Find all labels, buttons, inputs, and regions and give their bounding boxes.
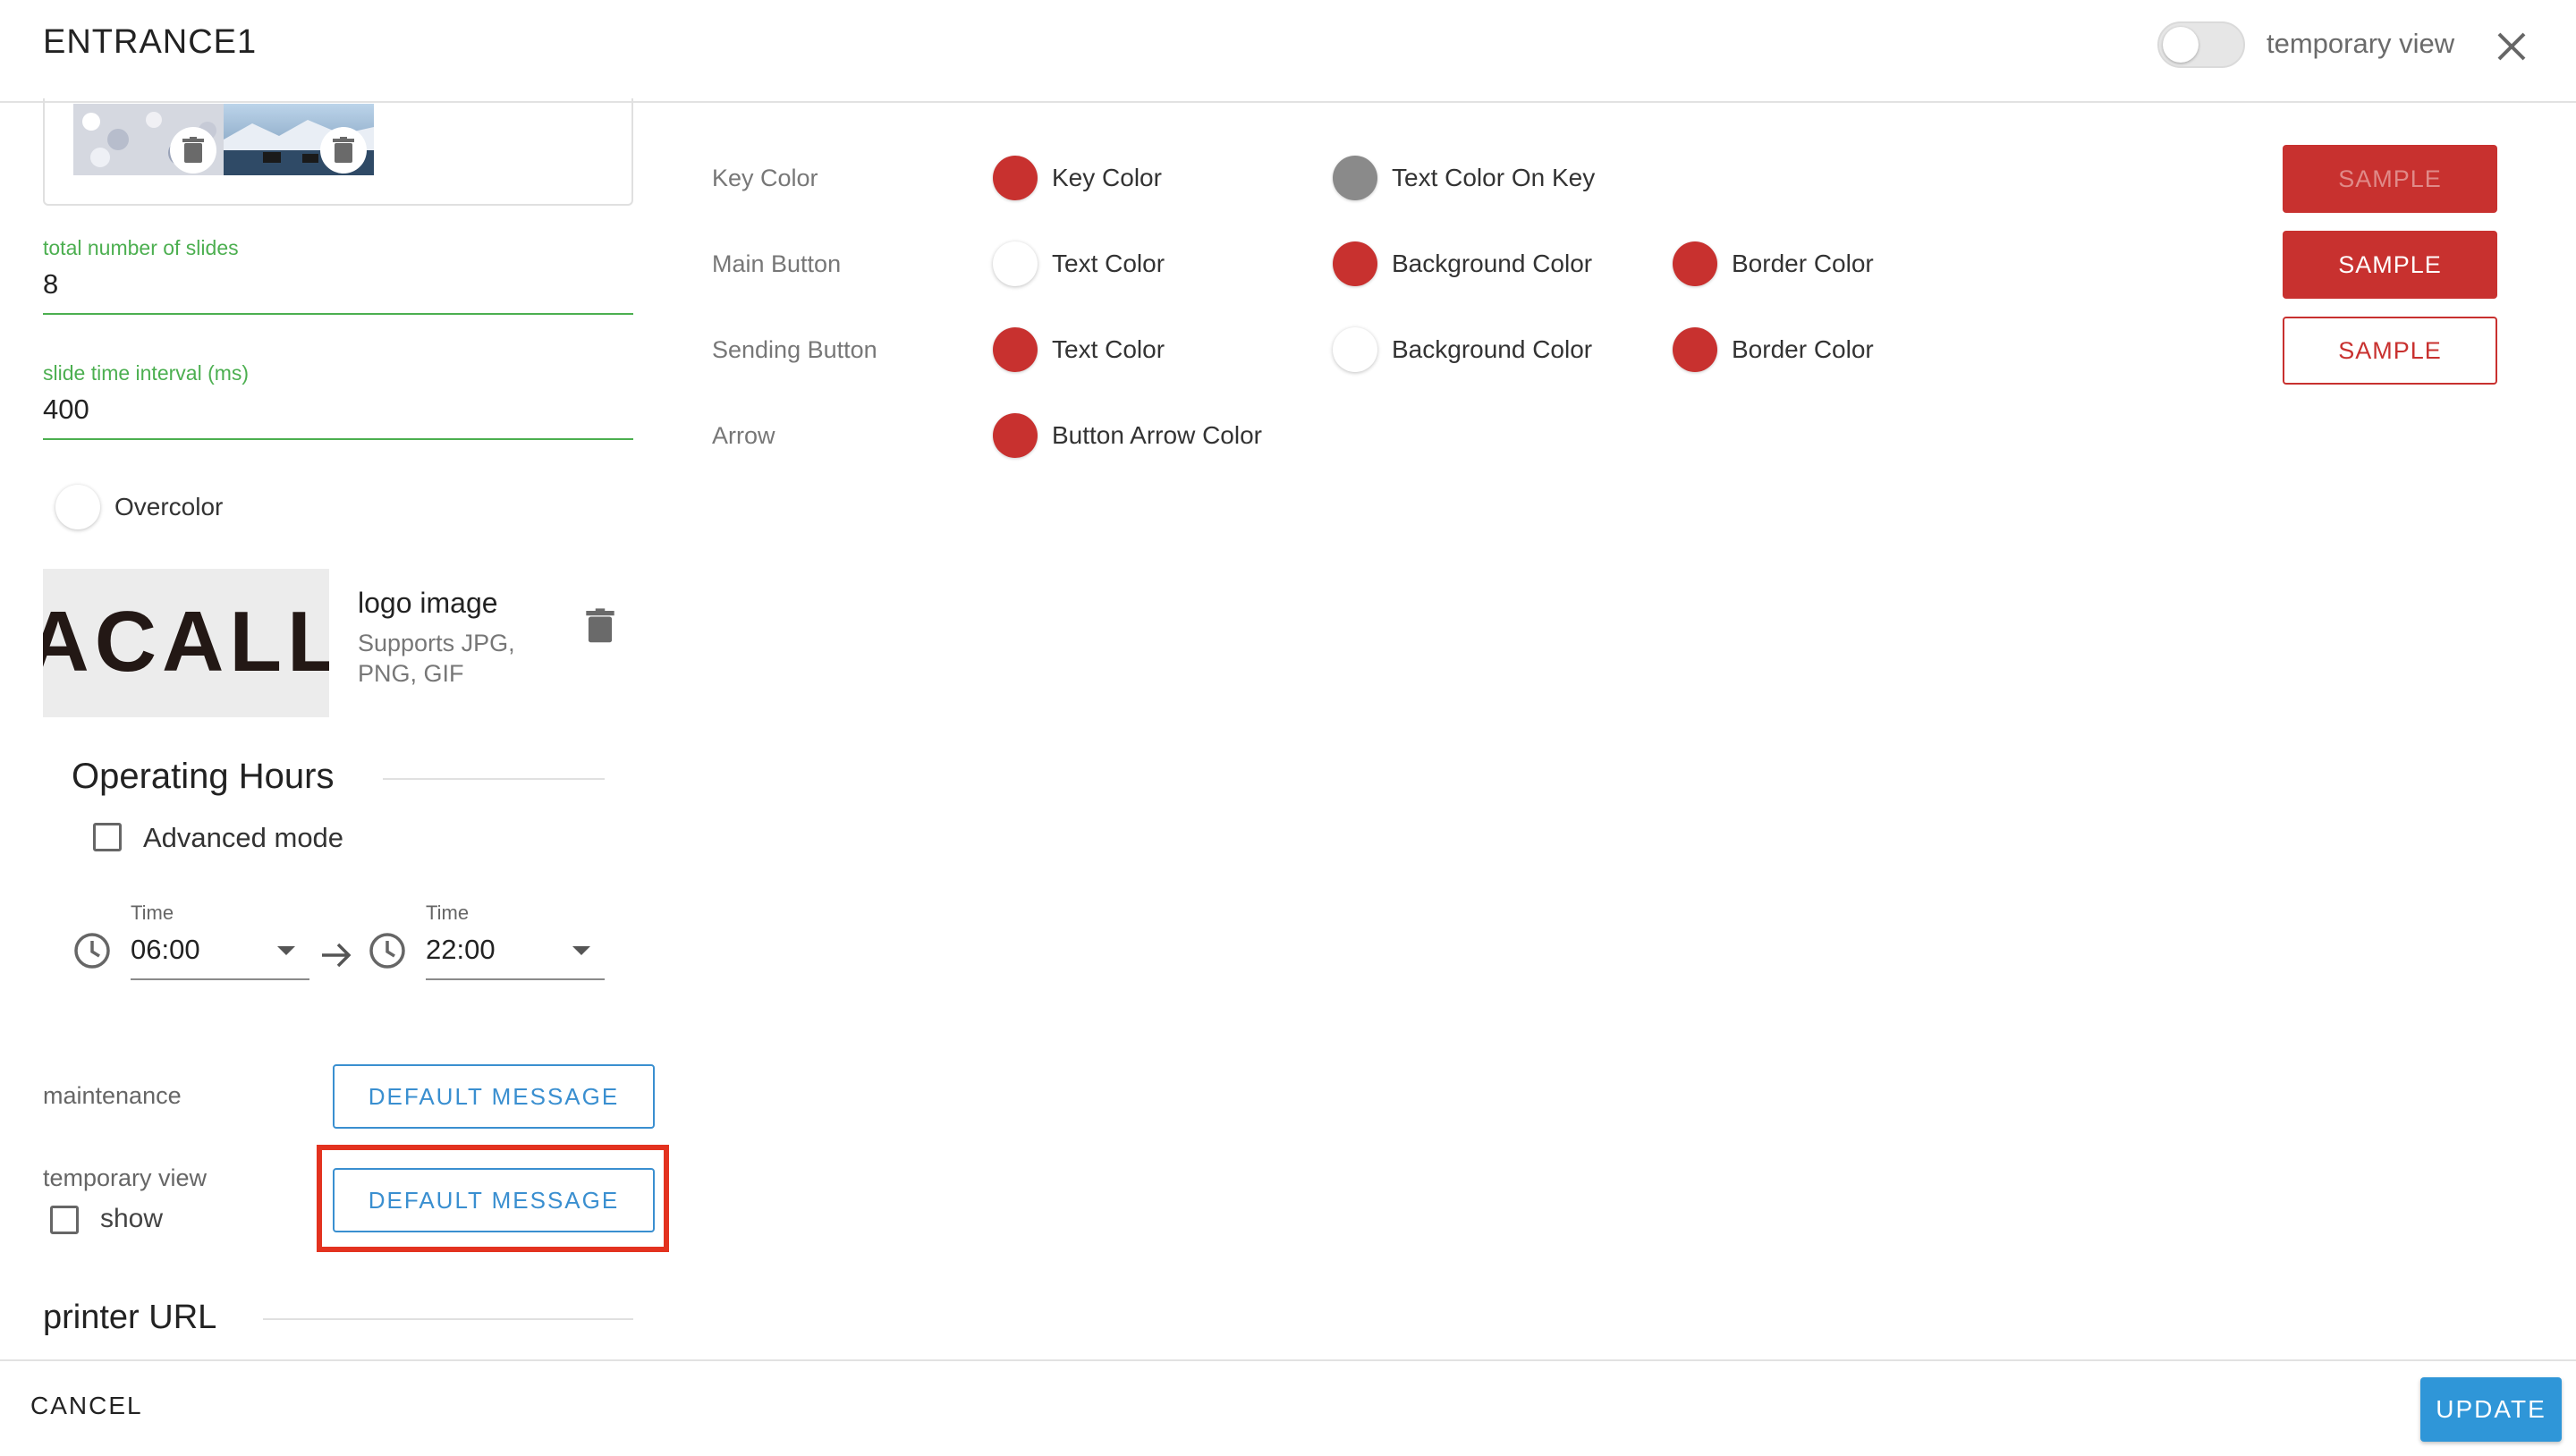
text-color-on-key-swatch[interactable] — [1333, 156, 1377, 200]
main-button-text-color-swatch[interactable] — [993, 241, 1038, 286]
start-time-underline — [131, 978, 309, 980]
main-button-row-label: Main Button — [712, 250, 842, 277]
start-time-dropdown-icon[interactable] — [277, 946, 295, 955]
toggle-knob — [2163, 27, 2199, 63]
main-button-sample-button[interactable]: SAMPLE — [2283, 231, 2497, 299]
delete-slide-2-icon[interactable] — [320, 127, 367, 174]
sending-button-background-color-swatch[interactable] — [1333, 327, 1377, 372]
key-color-sample-button[interactable]: SAMPLE — [2283, 145, 2497, 213]
delete-slide-1-icon[interactable] — [170, 127, 216, 174]
end-time-dropdown-icon[interactable] — [572, 946, 590, 955]
logo-preview: ACALL — [43, 569, 329, 717]
sending-button-border-color-swatch[interactable] — [1673, 327, 1717, 372]
dialog-header: ENTRANCE1 temporary view — [0, 0, 2576, 103]
start-time-label: Time — [131, 902, 174, 924]
key-color-row-label: Key Color — [712, 165, 818, 191]
close-icon[interactable] — [2492, 27, 2531, 66]
end-time-label: Time — [426, 902, 470, 924]
logo-text: ACALL — [43, 594, 329, 690]
slide-interval-input[interactable]: 400 — [43, 394, 89, 426]
total-slides-input[interactable]: 8 — [43, 268, 58, 301]
key-color-swatch[interactable] — [993, 156, 1038, 200]
main-button-background-color-swatch[interactable] — [1333, 241, 1377, 286]
logo-image-formats: Supports JPG, PNG, GIF — [358, 630, 515, 687]
cancel-button[interactable]: CANCEL — [30, 1392, 143, 1420]
sending-button-background-color-label: Background Color — [1392, 335, 1593, 363]
temporary-view-label: temporary view — [43, 1164, 208, 1191]
delete-logo-icon[interactable] — [585, 608, 615, 648]
update-button[interactable]: UPDATE — [2420, 1377, 2562, 1442]
temporary-view-show-checkbox[interactable] — [50, 1206, 79, 1234]
overcolor-label: Overcolor — [114, 493, 224, 521]
main-button-border-color-label: Border Color — [1732, 250, 1874, 277]
temporary-view-toggle-label: temporary view — [2267, 28, 2455, 59]
printer-url-divider — [263, 1318, 633, 1320]
overcolor-swatch[interactable] — [55, 485, 100, 529]
main-button-background-color-label: Background Color — [1392, 250, 1593, 277]
clock-end-icon — [369, 932, 406, 974]
button-arrow-color-label: Button Arrow Color — [1052, 421, 1262, 449]
dialog-title: ENTRANCE1 — [43, 23, 258, 61]
arrow-row-label: Arrow — [712, 422, 775, 449]
advanced-mode-checkbox[interactable] — [93, 823, 122, 851]
sending-button-border-color-label: Border Color — [1732, 335, 1874, 363]
maintenance-label: maintenance — [43, 1082, 182, 1109]
maintenance-default-message-button[interactable]: DEFAULT MESSAGE — [333, 1064, 655, 1129]
text-color-on-key-label: Text Color On Key — [1392, 164, 1596, 191]
start-time-value[interactable]: 06:00 — [131, 934, 200, 966]
sending-button-row-label: Sending Button — [712, 336, 877, 363]
end-time-underline — [426, 978, 605, 980]
button-arrow-color-swatch[interactable] — [993, 413, 1038, 458]
operating-hours-divider — [383, 778, 605, 780]
slide-interval-label: slide time interval (ms) — [43, 361, 250, 385]
total-slides-label: total number of slides — [43, 236, 239, 259]
advanced-mode-label: Advanced mode — [143, 822, 344, 853]
temporary-view-default-message-button[interactable]: DEFAULT MESSAGE — [333, 1168, 655, 1232]
main-button-border-color-swatch[interactable] — [1673, 241, 1717, 286]
clock-start-icon — [73, 932, 111, 974]
sending-button-sample-button[interactable]: SAMPLE — [2283, 317, 2497, 385]
logo-image-title: logo image — [358, 587, 498, 619]
key-color-label: Key Color — [1052, 164, 1162, 191]
total-slides-underline — [43, 313, 633, 315]
temporary-view-toggle[interactable] — [2157, 21, 2245, 68]
sending-button-text-color-swatch[interactable] — [993, 327, 1038, 372]
dialog-footer — [0, 1359, 2576, 1456]
main-button-text-color-label: Text Color — [1052, 250, 1165, 277]
operating-hours-title: Operating Hours — [72, 757, 335, 796]
slide-thumbnails — [73, 104, 374, 175]
printer-url-title: printer URL — [43, 1299, 217, 1336]
slide-interval-underline — [43, 438, 633, 440]
sending-button-text-color-label: Text Color — [1052, 335, 1165, 363]
end-time-value[interactable]: 22:00 — [426, 934, 496, 966]
temporary-view-show-label: show — [100, 1204, 164, 1233]
arrow-right-icon — [318, 939, 354, 976]
